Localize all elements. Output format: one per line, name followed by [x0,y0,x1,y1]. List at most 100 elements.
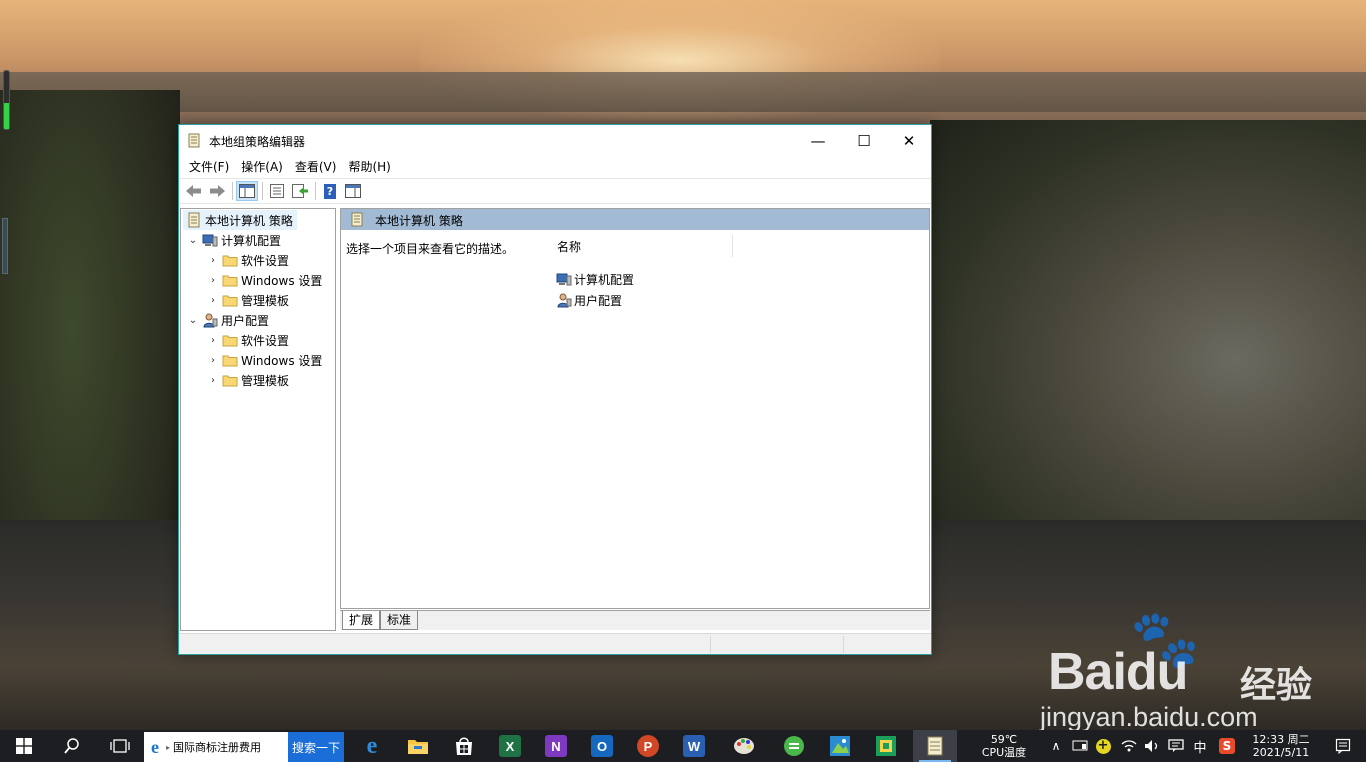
chevron-right-icon[interactable]: › [207,255,219,266]
outlook-icon[interactable]: O [581,730,623,762]
show-action-pane-icon[interactable] [342,181,364,201]
tree-item-label: 用户配置 [221,313,270,328]
ime-indicator[interactable]: 中 [1189,730,1211,762]
tree-item-label: Windows 设置 [241,273,323,288]
chevron-right-icon[interactable]: › [207,335,219,346]
taskbar-search-box[interactable]: e ▸ 国际商标注册费用 [144,732,288,762]
taskbar: e ▸ 国际商标注册费用 搜索一下 e X N O P W 59℃ CPU温度 … [0,730,1366,762]
plus-badge-icon[interactable]: + [1093,730,1113,762]
computer-config-icon [202,234,218,247]
cpu-temp-value: 59℃ [990,733,1018,746]
baidu-watermark: 🐾 Baidu 经验 jingyan.baidu.com [1040,612,1360,733]
export-list-icon[interactable] [289,181,311,201]
close-button[interactable]: ✕ [886,125,932,156]
folder-icon [222,295,238,307]
list-item-user-config[interactable]: 用户配置 [556,291,622,309]
tab-standard[interactable]: 标准 [380,611,419,630]
description-text: 选择一个项目来查看它的描述。 [346,242,515,256]
onenote-icon[interactable]: N [535,730,577,762]
menu-file[interactable]: 文件(F) [183,156,235,178]
help-icon[interactable]: ? [319,181,341,201]
tree-item-label: 本地计算机 策略 [205,213,293,228]
green-square-app-icon[interactable] [865,730,907,762]
details-list: 名称 计算机配置 用户配置 [542,230,929,608]
tree-item-computer-admin-templates[interactable]: › 管理模板 [207,290,289,310]
status-bar [179,633,931,654]
desktop-gauge-widget[interactable] [3,70,10,130]
list-item-computer-config[interactable]: 计算机配置 [556,270,634,288]
tree-item-label: 软件设置 [241,333,290,348]
dropdown-arrow-icon[interactable]: ▸ [166,743,170,752]
details-header: 本地计算机 策略 [341,209,929,230]
message-icon[interactable] [1165,730,1187,762]
clock-time: 12:33 周二 [1252,733,1310,746]
green-app-icon[interactable] [773,730,815,762]
chevron-right-icon[interactable]: › [207,295,219,306]
status-cell [710,636,843,653]
device-icon[interactable] [1069,730,1091,762]
menu-help[interactable]: 帮助(H) [342,156,396,178]
details-pane: 本地计算机 策略 选择一个项目来查看它的描述。 名称 计算机配置 用户配置 [340,208,930,609]
notification-center-icon[interactable] [1320,730,1366,762]
sogou-ime-icon[interactable]: S [1215,730,1239,762]
folder-icon [222,375,238,387]
photo-app-icon[interactable] [819,730,861,762]
tree-item-label: 软件设置 [241,253,290,268]
properties-icon[interactable] [266,181,288,201]
cpu-temp-widget[interactable]: 59℃ CPU温度 [972,730,1036,762]
policy-scroll-icon [351,212,363,227]
clock-date: 2021/5/11 [1252,746,1310,759]
store-icon[interactable] [443,730,485,762]
chevron-down-icon[interactable]: ⌄ [187,235,199,246]
search-icon[interactable] [48,730,96,762]
menu-action[interactable]: 操作(A) [235,156,289,178]
tree-item-computer-windows-settings[interactable]: › Windows 设置 [207,270,322,290]
cpu-temp-label: CPU温度 [981,746,1027,759]
chevron-right-icon[interactable]: › [207,355,219,366]
forward-icon[interactable] [206,181,228,201]
file-explorer-icon[interactable] [397,730,439,762]
chevron-right-icon[interactable]: › [207,275,219,286]
excel-icon[interactable]: X [489,730,531,762]
window-title: 本地组策略编辑器 [209,135,306,149]
tree-pane: 本地计算机 策略 ⌄ 计算机配置 › 软件设置 › Windows 设置 › 管… [180,208,336,631]
tree-item-user-admin-templates[interactable]: › 管理模板 [207,370,289,390]
tree-item-computer-software-settings[interactable]: › 软件设置 [207,250,289,270]
tree-item-user-config[interactable]: ⌄ 用户配置 [187,310,269,330]
desktop-side-widget[interactable] [2,218,8,274]
tree-item-user-windows-settings[interactable]: › Windows 设置 [207,350,322,370]
tab-extended[interactable]: 扩展 [342,611,381,630]
wifi-icon[interactable] [1118,730,1140,762]
powerpoint-icon[interactable]: P [627,730,669,762]
back-icon[interactable] [183,181,205,201]
start-button[interactable] [0,730,48,762]
column-header-name[interactable]: 名称 [557,238,581,255]
user-config-icon [557,293,572,308]
maximize-button[interactable]: ☐ [841,125,887,156]
list-item-label: 计算机配置 [574,272,635,287]
windows-logo-icon [16,738,32,754]
search-submit-button[interactable]: 搜索一下 [288,732,344,762]
minimize-button[interactable]: — [795,125,841,156]
clock[interactable]: 12:33 周二 2021/5/11 [1244,730,1318,762]
tree-item-local-computer-policy[interactable]: 本地计算机 策略 [183,210,297,230]
volume-icon[interactable] [1141,730,1163,762]
tree-item-user-software-settings[interactable]: › 软件设置 [207,330,289,350]
watermark-brand-cn: 经验 [1240,665,1313,706]
notepad-icon[interactable] [913,730,957,762]
task-view-icon[interactable] [96,730,144,762]
chevron-down-icon[interactable]: ⌄ [187,315,199,326]
list-item-label: 用户配置 [574,293,623,308]
word-icon[interactable]: W [673,730,715,762]
show-hide-tree-icon[interactable] [236,181,258,201]
menu-view[interactable]: 查看(V) [289,156,343,178]
computer-config-icon [556,273,572,286]
edge-icon[interactable]: e [351,730,393,762]
title-bar[interactable]: 本地组策略编辑器 — ☐ ✕ [179,125,931,156]
menu-bar: 文件(F) 操作(A) 查看(V) 帮助(H) [179,156,931,178]
paint-icon[interactable] [723,730,765,762]
chevron-up-icon[interactable]: ∧ [1046,730,1066,762]
column-separator[interactable] [732,235,733,257]
tree-item-computer-config[interactable]: ⌄ 计算机配置 [187,230,281,250]
chevron-right-icon[interactable]: › [207,375,219,386]
